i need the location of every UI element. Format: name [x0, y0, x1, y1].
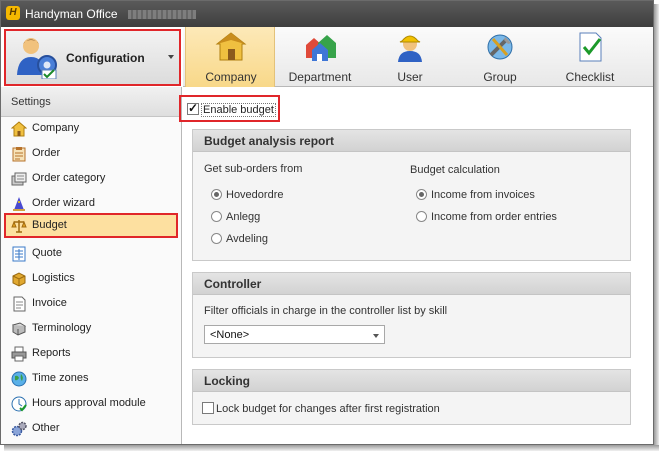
sidebar-item-label: Order: [32, 147, 61, 159]
invoice-icon: [13, 296, 26, 312]
toolbar-group-button[interactable]: Group: [455, 27, 545, 87]
sidebar-item-order[interactable]: Order: [4, 141, 178, 166]
sidebar-item-label: Order wizard: [32, 197, 95, 209]
controller-header: Controller: [193, 273, 630, 295]
toolbar-group-label: Group: [483, 70, 517, 84]
window-title: Handyman Office: [25, 7, 118, 21]
locking-header: Locking: [193, 370, 630, 392]
toolbar-company-label: Company: [205, 70, 257, 84]
controller-skill-select[interactable]: <None>: [204, 325, 385, 344]
chevron-down-icon[interactable]: [168, 55, 174, 59]
sidebar-item-other[interactable]: Other: [4, 416, 178, 441]
printer-icon: [11, 346, 27, 362]
locking-title: Locking: [204, 374, 251, 388]
settings-toolbar: Company Department User Group Checklist: [183, 27, 653, 87]
radio-anlegg[interactable]: [211, 211, 222, 222]
sidebar-item-label: Invoice: [32, 297, 67, 309]
sidebar-item-quote[interactable]: Quote: [4, 241, 178, 266]
scale-icon: [11, 220, 27, 233]
radio-anlegg-label[interactable]: Anlegg: [226, 211, 260, 223]
radio-hovedordre[interactable]: [211, 189, 222, 200]
sidebar-item-reports[interactable]: Reports: [4, 341, 178, 366]
sidebar-item-terminology[interactable]: Terminology: [4, 316, 178, 341]
sidebar-item-label: Time zones: [32, 372, 89, 384]
enable-budget-checkbox[interactable]: Enable budget: [179, 95, 280, 122]
sidebar-item-label: Order category: [32, 172, 106, 184]
toolbar-user-button[interactable]: User: [365, 27, 455, 87]
radio-income-from-invoices-label[interactable]: Income from invoices: [431, 189, 535, 201]
order-category-icon: [11, 172, 27, 186]
sidebar-item-label: Quote: [32, 247, 62, 259]
sidebar-item-label: Terminology: [32, 322, 92, 334]
sidebar-item-label: Other: [32, 422, 60, 434]
house-icon: [215, 32, 247, 61]
settings-header-label: Settings: [11, 96, 51, 108]
app-window: H Handyman Office Configuration Company: [0, 0, 654, 445]
radio-avdeling[interactable]: [211, 233, 222, 244]
sub-orders-label: Get sub-orders from: [204, 163, 303, 175]
budget-calculation-label: Budget calculation: [410, 164, 500, 176]
lock-budget-checkbox[interactable]: [202, 402, 214, 414]
sidebar-item-budget[interactable]: Budget: [4, 213, 178, 238]
enable-budget-checkbox-box[interactable]: [187, 101, 199, 115]
toolbar-department-button[interactable]: Department: [275, 27, 365, 87]
configuration-button[interactable]: Configuration: [4, 29, 181, 86]
sidebar-item-time-zones[interactable]: Time zones: [4, 366, 178, 391]
title-bar: H Handyman Office: [1, 1, 653, 27]
gears-icon: [11, 421, 27, 437]
locking-group: Locking Lock budget for changes after fi…: [192, 369, 631, 425]
sidebar-item-order-category[interactable]: Order category: [4, 166, 178, 191]
sidebar-item-invoice[interactable]: Invoice: [4, 291, 178, 316]
group-tools-icon: [487, 34, 513, 60]
worker-icon: [398, 35, 422, 62]
budget-settings-panel: Enable budget Budget analysis report Get…: [179, 88, 653, 444]
buildings-icon: [306, 35, 336, 61]
window-shadow-right: [654, 4, 659, 449]
controller-group: Controller Filter officials in charge in…: [192, 272, 631, 358]
budget-analysis-group: Budget analysis report Get sub-orders fr…: [192, 129, 631, 261]
radio-avdeling-label[interactable]: Avdeling: [226, 233, 268, 245]
toolbar-company-button[interactable]: Company: [185, 27, 275, 87]
user-settings-icon: [17, 38, 57, 79]
sidebar-item-label: Budget: [32, 219, 67, 231]
budget-analysis-header: Budget analysis report: [193, 130, 630, 152]
window-shadow-bottom: [4, 445, 659, 451]
toolbar-user-label: User: [397, 70, 423, 84]
budget-analysis-title: Budget analysis report: [204, 134, 335, 148]
toolbar-checklist-button[interactable]: Checklist: [545, 27, 635, 87]
globe-icon: [11, 371, 27, 387]
approval-icon: [11, 396, 27, 412]
sidebar-item-company[interactable]: Company: [4, 116, 178, 141]
house-icon: [11, 121, 27, 137]
box-icon: [12, 272, 26, 287]
quote-icon: [12, 246, 26, 262]
radio-hovedordre-label[interactable]: Hovedordre: [226, 189, 283, 201]
configuration-label: Configuration: [66, 51, 145, 65]
dictionary-icon: [11, 322, 27, 336]
radio-income-from-order-entries[interactable]: [416, 211, 427, 222]
controller-filter-label: Filter officials in charge in the contro…: [204, 305, 448, 317]
chevron-down-icon[interactable]: [373, 334, 379, 338]
app-logo-icon: H: [6, 6, 20, 20]
sidebar-item-logistics[interactable]: Logistics: [4, 266, 178, 291]
controller-skill-select-value: <None>: [210, 329, 250, 341]
radio-income-from-invoices[interactable]: [416, 189, 427, 200]
enable-budget-label[interactable]: Enable budget: [201, 103, 276, 117]
sidebar-item-label: Reports: [32, 347, 71, 359]
checklist-icon: [579, 32, 602, 62]
lock-budget-label[interactable]: Lock budget for changes after first regi…: [216, 403, 440, 415]
sidebar-item-label: Company: [32, 122, 80, 134]
order-icon: [12, 147, 26, 162]
radio-income-from-order-entries-label[interactable]: Income from order entries: [431, 211, 557, 223]
settings-sidebar: Settings Company Order Order category Or…: [1, 87, 182, 444]
toolbar-checklist-label: Checklist: [565, 70, 615, 84]
settings-header: Settings: [1, 87, 181, 117]
sidebar-item-label: Hours approval module: [32, 397, 146, 409]
blurred-title-detail: [128, 10, 196, 19]
sidebar-item-label: Logistics: [32, 272, 75, 284]
toolbar-department-label: Department: [288, 70, 352, 84]
controller-title: Controller: [204, 277, 262, 291]
sidebar-item-hours-approval[interactable]: Hours approval module: [4, 391, 178, 416]
wizard-icon: [13, 197, 25, 211]
